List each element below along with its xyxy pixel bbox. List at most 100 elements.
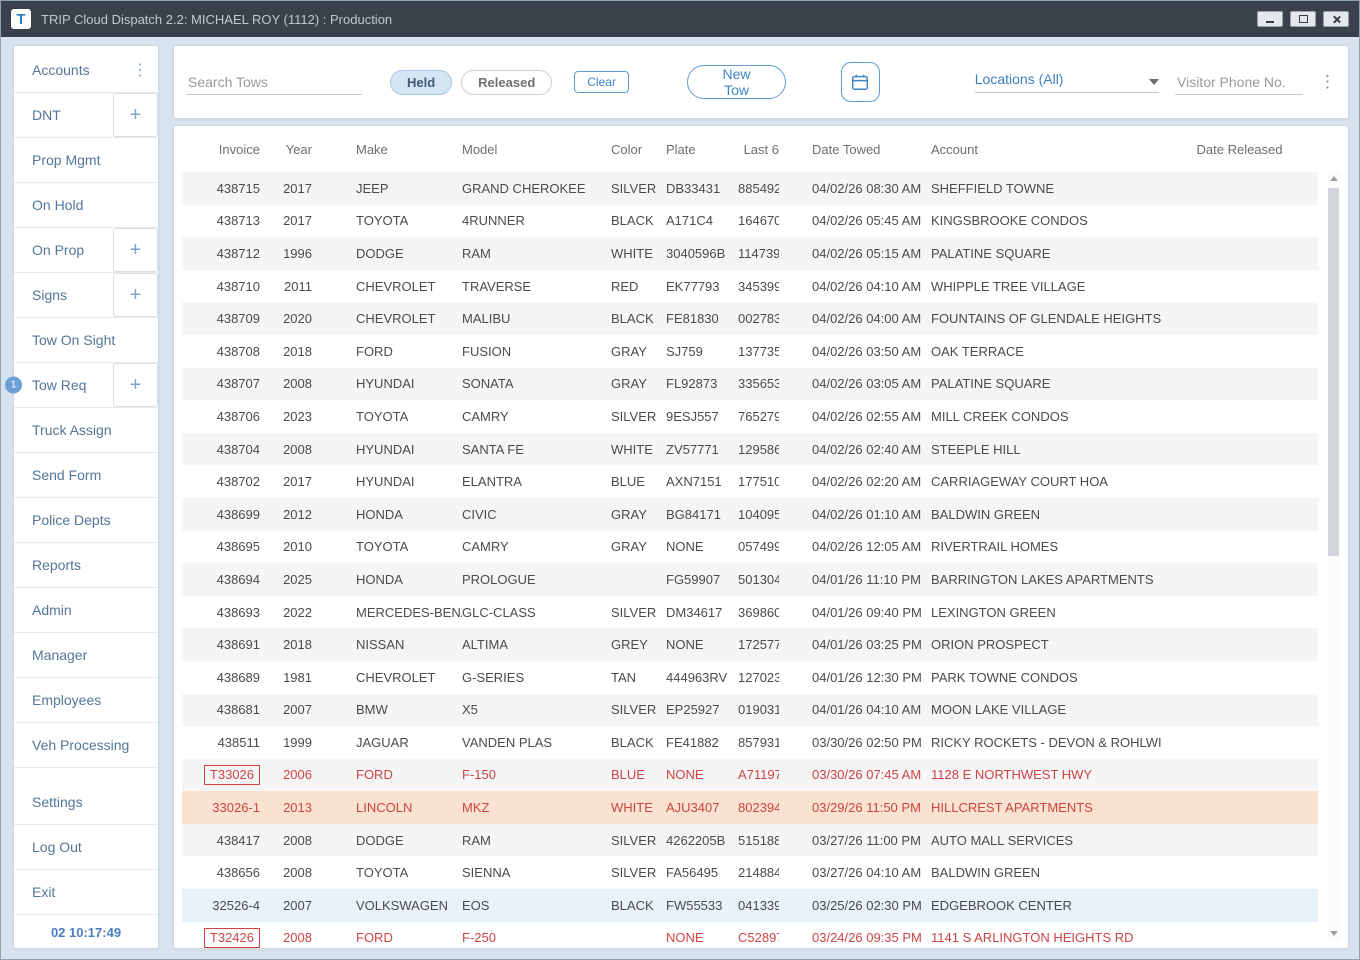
search-input[interactable] (186, 70, 362, 95)
sidebar-item-label: Exit (32, 884, 55, 900)
sidebar-item-on-prop[interactable]: On Prop (14, 228, 113, 272)
table-row-438712[interactable]: 4387121996DODGERAMWHITE3040596B11473904/… (182, 237, 1318, 270)
new-tow-button[interactable]: New Tow (687, 65, 786, 99)
scroll-up-button[interactable] (1327, 172, 1340, 185)
table-row-438417[interactable]: 4384172008DODGERAMSILVER4262205B51518803… (182, 824, 1318, 857)
sidebar-item-admin[interactable]: Admin (14, 588, 158, 632)
sidebar-item-log-out[interactable]: Log Out (14, 825, 158, 869)
table-row-438689[interactable]: 4386891981CHEVROLETG-SERIESTAN444963RV12… (182, 661, 1318, 694)
table-row-438695[interactable]: 4386952010TOYOTACAMRYGRAYNONE05749904/02… (182, 531, 1318, 564)
table-row-438702[interactable]: 4387022017HYUNDAIELANTRABLUEAXN715117751… (182, 465, 1318, 498)
cell-year: 2023 (260, 409, 312, 424)
column-header-account[interactable]: Account (931, 142, 1161, 157)
table-row-438694[interactable]: 4386942025HONDAPROLOGUEFG5990750130404/0… (182, 563, 1318, 596)
table-row-32526-4[interactable]: 32526-42007VOLKSWAGENEOSBLACKFW555330413… (182, 889, 1318, 922)
cell-invoice: 438691 (182, 637, 260, 652)
sidebar-item-exit[interactable]: Exit (14, 870, 158, 914)
cell-year: 1999 (260, 735, 312, 750)
column-header-towed[interactable]: Date Towed (779, 142, 931, 157)
table-row-438704[interactable]: 4387042008HYUNDAISANTA FEWHITEZV57771129… (182, 433, 1318, 466)
table-row-438681[interactable]: 4386812007BMWX5SILVEREP2592701903104/01/… (182, 694, 1318, 727)
maximize-button[interactable] (1290, 11, 1316, 27)
cell-color: GRAY (611, 507, 666, 522)
locations-dropdown[interactable]: Locations (All) (975, 71, 1159, 93)
column-header-color[interactable]: Color (611, 142, 666, 157)
toolbar-kebab-menu[interactable]: ⋮ (1319, 72, 1336, 92)
cell-plate: DB33431 (666, 181, 738, 196)
cell-make: CHEVROLET (312, 279, 462, 294)
sidebar-item-accounts[interactable]: Accounts⋮ (14, 48, 158, 92)
clear-button[interactable]: Clear (574, 71, 629, 93)
cell-towed: 03/25/26 02:30 PM (779, 898, 931, 913)
cell-model: F-250 (462, 930, 611, 945)
column-header-make[interactable]: Make (312, 142, 462, 157)
table-row-438511[interactable]: 4385111999JAGUARVANDEN PLASBLACKFE418828… (182, 726, 1318, 759)
sidebar-item-on-hold[interactable]: On Hold (14, 183, 158, 227)
cell-account: BALDWIN GREEN (931, 507, 1161, 522)
column-header-plate[interactable]: Plate (666, 142, 738, 157)
table-row-438691[interactable]: 4386912018NISSANALTIMAGREYNONE17257704/0… (182, 628, 1318, 661)
sidebar-item-employees[interactable]: Employees (14, 678, 158, 722)
cell-account: PARK TOWNE CONDOS (931, 670, 1161, 685)
cell-invoice: 438708 (182, 344, 260, 359)
cell-color: BLACK (611, 213, 666, 228)
cell-last6: 104095 (738, 507, 779, 522)
table-row-438656[interactable]: 4386562008TOYOTASIENNASILVERFA5649521488… (182, 856, 1318, 889)
calendar-button[interactable] (841, 62, 880, 102)
add-dnt-button[interactable]: + (113, 93, 158, 137)
sidebar-item-reports[interactable]: Reports (14, 543, 158, 587)
cell-make: TOYOTA (312, 865, 462, 880)
released-toggle-button[interactable]: Released (461, 70, 552, 95)
visitor-phone-input[interactable] (1175, 70, 1303, 95)
table-row-438713[interactable]: 4387132017TOYOTA4RUNNERBLACKA171C4164670… (182, 205, 1318, 238)
sidebar-item-send-form[interactable]: Send Form (14, 453, 158, 497)
cell-towed: 04/01/26 09:40 PM (779, 605, 931, 620)
table-row-438715[interactable]: 4387152017JEEPGRAND CHEROKEESILVERDB3343… (182, 172, 1318, 205)
add-signs-button[interactable]: + (113, 273, 158, 317)
cell-year: 2017 (260, 181, 312, 196)
sidebar-item-dnt[interactable]: DNT (14, 93, 113, 137)
sidebar-item-signs[interactable]: Signs (14, 273, 113, 317)
sidebar-item-manager[interactable]: Manager (14, 633, 158, 677)
sidebar-row-admin: Admin (14, 588, 158, 633)
table-row-438706[interactable]: 4387062023TOYOTACAMRYSILVER9ESJ557765279… (182, 400, 1318, 433)
sidebar-item-settings[interactable]: Settings (14, 780, 158, 824)
vertical-scrollbar[interactable] (1327, 172, 1340, 940)
table-row-438708[interactable]: 4387082018FORDFUSIONGRAYSJ75913773504/02… (182, 335, 1318, 368)
table-row-438710[interactable]: 4387102011CHEVROLETTRAVERSEREDEK77793345… (182, 270, 1318, 303)
sidebar-item-truck-assign[interactable]: Truck Assign (14, 408, 158, 452)
column-header-invoice[interactable]: Invoice (182, 142, 260, 157)
held-toggle-button[interactable]: Held (390, 70, 452, 95)
add-on-prop-button[interactable]: + (113, 228, 158, 272)
minimize-button[interactable] (1257, 11, 1283, 27)
table-row-438709[interactable]: 4387092020CHEVROLETMALIBUBLACKFE81830002… (182, 302, 1318, 335)
add-tow-req-button[interactable]: + (113, 363, 158, 407)
cell-make: JAGUAR (312, 735, 462, 750)
cell-model: RAM (462, 246, 611, 261)
table-row-T32426[interactable]: T324262008FORDF-250NONEC5289703/24/26 09… (182, 922, 1318, 949)
sidebar-row-veh-processing: Veh Processing (14, 723, 158, 768)
cell-color: SILVER (611, 409, 666, 424)
column-header-last6[interactable]: Last 6 (738, 142, 779, 157)
column-header-year[interactable]: Year (260, 142, 312, 157)
table-row-438707[interactable]: 4387072008HYUNDAISONATAGRAYFL92873335653… (182, 368, 1318, 401)
cell-year: 2010 (260, 539, 312, 554)
sidebar-item-tow-req[interactable]: Tow Req (14, 363, 113, 407)
column-header-model[interactable]: Model (462, 142, 611, 157)
close-button[interactable] (1323, 11, 1349, 27)
sidebar-item-tow-on-sight[interactable]: Tow On Sight (14, 318, 158, 362)
table-row-438699[interactable]: 4386992012HONDACIVICGRAYBG8417110409504/… (182, 498, 1318, 531)
sidebar-item-prop-mgmt[interactable]: Prop Mgmt (14, 138, 158, 182)
table-row-438693[interactable]: 4386932022MERCEDES-BENZGLC-CLASSSILVERDM… (182, 596, 1318, 629)
cell-make: LINCOLN (312, 800, 462, 815)
cell-make: TOYOTA (312, 409, 462, 424)
scrollbar-thumb[interactable] (1328, 188, 1339, 556)
scroll-down-button[interactable] (1327, 927, 1340, 940)
sidebar-item-veh-processing[interactable]: Veh Processing (14, 723, 158, 767)
cell-plate: NONE (666, 930, 738, 945)
sidebar-item-police-depts[interactable]: Police Depts (14, 498, 158, 542)
table-row-T33026[interactable]: T330262006FORDF-150BLUENONEA7119703/30/2… (182, 759, 1318, 792)
column-header-released[interactable]: Date Released (1161, 142, 1318, 157)
table-row-33026-1[interactable]: 33026-12013LINCOLNMKZWHITEAJU34078023940… (182, 791, 1318, 824)
kebab-menu-icon[interactable]: ⋮ (128, 60, 152, 80)
